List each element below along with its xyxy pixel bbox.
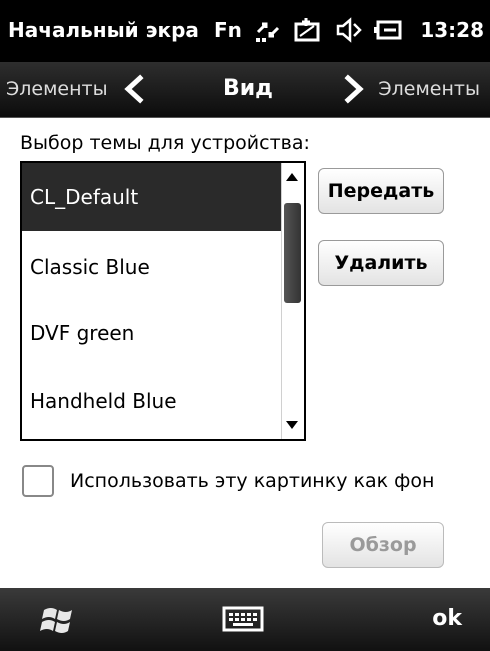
theme-list-item[interactable]: CL_Default: [22, 163, 284, 231]
status-bar: Начальный экра Fn 13:28: [0, 0, 490, 62]
speaker-mute-icon[interactable]: [332, 14, 364, 46]
tab-next-label[interactable]: Элементы: [378, 78, 480, 100]
soft-key-bar: ok: [0, 588, 490, 651]
theme-list-scrollbar[interactable]: [281, 163, 304, 439]
chevron-left-icon[interactable]: [120, 74, 150, 104]
tab-current-label: Вид: [223, 76, 273, 101]
signal-off-icon[interactable]: [292, 14, 324, 46]
theme-list-item[interactable]: DVF green: [22, 299, 284, 367]
battery-charging-icon[interactable]: [372, 14, 404, 46]
tab-prev-label[interactable]: Элементы: [6, 78, 108, 100]
data-connection-icon[interactable]: [252, 14, 284, 46]
theme-section-label: Выбор темы для устройства:: [20, 132, 310, 154]
status-title[interactable]: Начальный экра: [8, 18, 204, 42]
scroll-up-arrow-icon[interactable]: [286, 173, 298, 181]
delete-button[interactable]: Удалить: [318, 240, 444, 286]
tab-navigation-bar: Элементы Вид Элементы: [0, 62, 490, 118]
ok-button[interactable]: ok: [432, 606, 462, 631]
transfer-button[interactable]: Передать: [318, 168, 444, 214]
theme-list[interactable]: CL_Default Classic Blue DVF green Handhe…: [20, 161, 306, 441]
keyboard-icon[interactable]: [222, 604, 264, 634]
chevron-right-icon[interactable]: [338, 74, 368, 104]
theme-list-item[interactable]: Handheld Blue: [22, 367, 284, 435]
use-as-background-label[interactable]: Использовать эту картинку как фон: [70, 470, 434, 492]
navbar-divider: [0, 117, 490, 118]
scroll-down-arrow-icon[interactable]: [286, 421, 298, 429]
scroll-thumb[interactable]: [284, 203, 301, 303]
windows-start-icon[interactable]: [38, 600, 78, 640]
theme-list-item[interactable]: Classic Blue: [22, 233, 284, 301]
status-time[interactable]: 13:28: [420, 18, 484, 42]
fn-indicator: Fn: [214, 18, 242, 42]
browse-button: Обзор: [322, 522, 444, 568]
use-as-background-checkbox[interactable]: [22, 465, 54, 497]
